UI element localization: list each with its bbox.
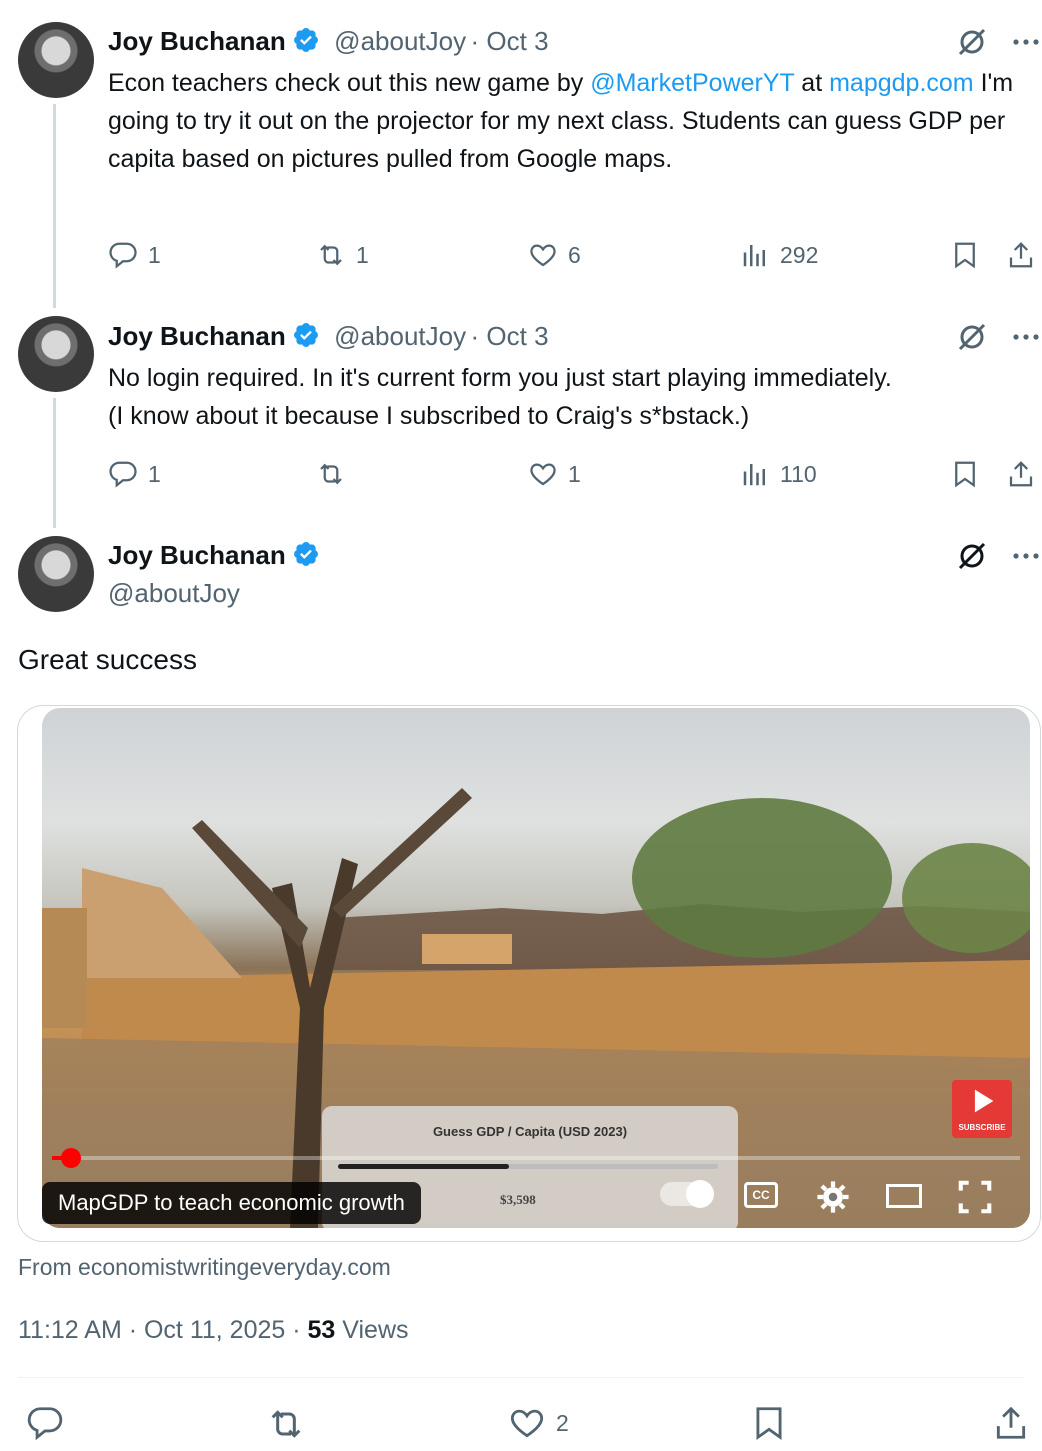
settings-gear-icon[interactable] bbox=[816, 1180, 850, 1214]
tweet-header: Joy Buchanan @aboutJoy · Oct 3 bbox=[108, 26, 549, 57]
tweet-menu bbox=[956, 540, 1042, 572]
more-icon[interactable] bbox=[1010, 26, 1042, 58]
more-icon[interactable] bbox=[1010, 321, 1042, 353]
tweet-timestamp: 11:12 AM · Oct 11, 2025 · 53 Views bbox=[18, 1316, 409, 1344]
avatar[interactable] bbox=[18, 536, 94, 612]
video-caption: MapGDP to teach economic growth bbox=[42, 1182, 421, 1224]
fullscreen-icon[interactable] bbox=[956, 1178, 994, 1216]
heart-icon bbox=[530, 244, 556, 267]
repost-icon bbox=[320, 463, 342, 485]
tweet-date[interactable]: · Oct 3 bbox=[471, 26, 549, 56]
verified-badge-icon bbox=[293, 28, 318, 52]
views-button[interactable]: 110 bbox=[740, 459, 817, 489]
tweet-text: Great success bbox=[18, 644, 197, 675]
like-button[interactable]: 6 bbox=[528, 240, 581, 270]
bookmark-button[interactable] bbox=[750, 1404, 788, 1442]
theater-mode-button[interactable] bbox=[886, 1184, 922, 1208]
author-name[interactable]: Joy Buchanan bbox=[108, 321, 286, 351]
heart-icon bbox=[530, 463, 556, 486]
like-button[interactable]: 1 bbox=[528, 459, 581, 489]
author-name[interactable]: Joy Buchanan bbox=[108, 26, 286, 56]
tweet-menu bbox=[956, 26, 1042, 58]
play-icon bbox=[974, 1089, 994, 1113]
tweet-header: Joy Buchanan @aboutJoy · Oct 3 bbox=[108, 321, 549, 352]
autoplay-toggle[interactable] bbox=[660, 1180, 714, 1208]
video-card[interactable]: Guess GDP / Capita (USD 2023) $3,598 SUB… bbox=[17, 705, 1041, 1242]
mention-link[interactable]: @MarketPowerYT bbox=[590, 69, 794, 97]
repost-button[interactable]: 1 bbox=[316, 240, 369, 270]
share-icon bbox=[996, 1406, 1026, 1439]
reply-button[interactable] bbox=[26, 1404, 64, 1442]
bookmark-icon bbox=[955, 461, 975, 488]
grok-icon[interactable] bbox=[956, 26, 988, 58]
bookmark-icon bbox=[756, 1407, 782, 1441]
author-handle[interactable]: @aboutJoy bbox=[334, 321, 466, 351]
repost-button[interactable] bbox=[316, 459, 356, 489]
video-progress-bar[interactable] bbox=[52, 1148, 1020, 1168]
share-icon bbox=[1009, 461, 1033, 487]
share-button[interactable] bbox=[1006, 459, 1036, 489]
avatar[interactable] bbox=[18, 22, 94, 98]
verified-badge-icon bbox=[293, 323, 318, 347]
captions-button[interactable]: CC bbox=[744, 1182, 778, 1208]
overlay-value: $3,598 bbox=[500, 1192, 536, 1207]
tweet-text: No login required. In it's current form … bbox=[108, 364, 892, 430]
analytics-icon bbox=[743, 464, 765, 486]
subscribe-label: SUBSCRIBE bbox=[958, 1123, 1006, 1132]
repost-icon bbox=[271, 1410, 301, 1438]
url-link[interactable]: mapgdp.com bbox=[829, 69, 974, 97]
link-source[interactable]: From economistwritingeveryday.com bbox=[18, 1254, 391, 1281]
share-icon bbox=[1009, 242, 1033, 268]
heart-icon bbox=[510, 1409, 544, 1438]
share-button[interactable] bbox=[992, 1404, 1030, 1442]
overlay-title: Guess GDP / Capita (USD 2023) bbox=[432, 1124, 628, 1139]
avatar[interactable] bbox=[18, 316, 94, 392]
gdp-slider[interactable] bbox=[338, 1164, 718, 1169]
like-button[interactable]: 2 bbox=[508, 1404, 569, 1442]
reply-button[interactable]: 1 bbox=[108, 459, 161, 489]
video-player[interactable]: Guess GDP / Capita (USD 2023) $3,598 SUB… bbox=[42, 708, 1030, 1228]
reply-icon bbox=[27, 1407, 63, 1441]
views-button[interactable]: 292 bbox=[740, 240, 818, 270]
bookmark-button[interactable] bbox=[950, 459, 980, 489]
reply-icon bbox=[109, 461, 137, 488]
verified-badge-icon bbox=[293, 542, 318, 566]
subscribe-button[interactable]: SUBSCRIBE bbox=[952, 1080, 1012, 1138]
repost-icon bbox=[320, 244, 342, 266]
reply-button[interactable]: 1 bbox=[108, 240, 161, 270]
tweet-menu bbox=[956, 321, 1042, 353]
tweet-date[interactable]: · Oct 3 bbox=[471, 321, 549, 351]
grok-icon[interactable] bbox=[956, 321, 988, 353]
bookmark-button[interactable] bbox=[950, 240, 980, 270]
gdp-slider-fill bbox=[338, 1164, 509, 1169]
thread-line bbox=[53, 398, 56, 528]
bookmark-icon bbox=[955, 242, 975, 269]
divider bbox=[18, 1377, 1024, 1378]
reply-icon bbox=[109, 242, 137, 269]
author-handle[interactable]: @aboutJoy bbox=[334, 26, 466, 56]
share-button[interactable] bbox=[1006, 240, 1036, 270]
tweet-text: Econ teachers check out this new game by… bbox=[108, 69, 1014, 173]
tweet-header: Joy Buchanan bbox=[108, 540, 320, 571]
author-name[interactable]: Joy Buchanan bbox=[108, 540, 286, 570]
more-icon[interactable] bbox=[1010, 540, 1042, 572]
author-handle[interactable]: @aboutJoy bbox=[108, 578, 240, 609]
grok-icon[interactable] bbox=[956, 540, 988, 572]
thread-line bbox=[53, 104, 56, 308]
analytics-icon bbox=[743, 245, 765, 267]
repost-button[interactable] bbox=[266, 1404, 306, 1444]
